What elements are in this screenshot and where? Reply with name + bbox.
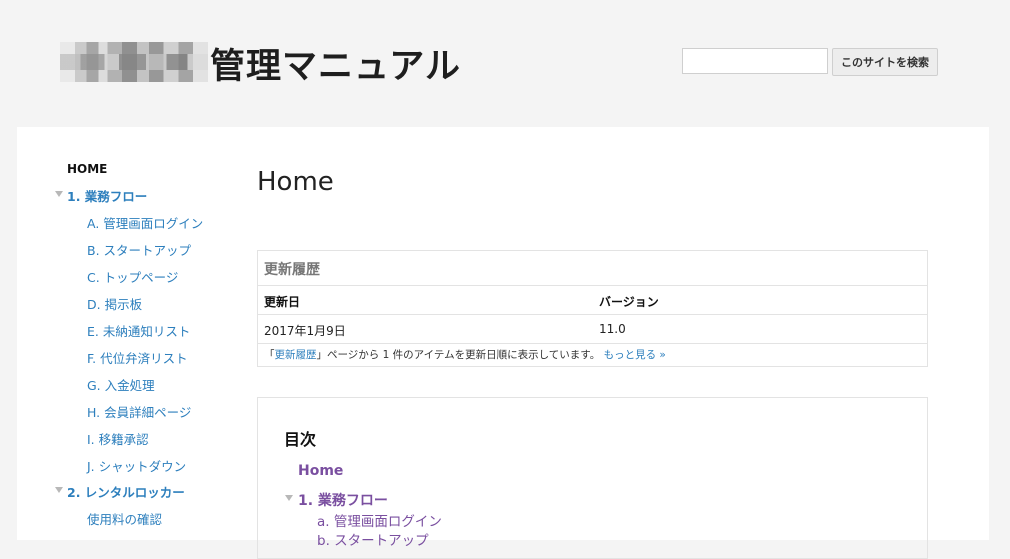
footer-prefix: 「 <box>264 349 275 361</box>
sidebar-item[interactable]: B. スタートアップ <box>87 240 191 259</box>
site-header: 管理マニュアル このサイトを検索 <box>0 0 1010 127</box>
toc-item[interactable]: b. スタートアップ <box>317 529 429 549</box>
history-page-link[interactable]: 更新履歴 <box>275 349 317 361</box>
sidebar-item[interactable]: C. トップページ <box>87 267 178 286</box>
divider <box>258 343 927 344</box>
sidebar-item[interactable]: F. 代位弁済リスト <box>87 348 188 367</box>
site-logo[interactable] <box>60 42 208 82</box>
page-title: Home <box>257 167 334 197</box>
sidebar-item[interactable]: E. 未納通知リスト <box>87 321 190 340</box>
table-of-contents: 目次 Home 1. 業務フロー a. 管理画面ログイン b. スタートアップ <box>257 397 928 559</box>
sidebar-item[interactable]: G. 入金処理 <box>87 375 155 394</box>
caret-down-icon[interactable] <box>285 495 293 501</box>
sidebar-item[interactable]: D. 掲示板 <box>87 294 142 313</box>
sidebar-item[interactable]: I. 移籍承認 <box>87 429 149 448</box>
caret-down-icon[interactable] <box>55 191 63 197</box>
sidebar-item[interactable]: H. 会員詳細ページ <box>87 402 191 421</box>
sidebar-item[interactable]: A. 管理画面ログイン <box>87 213 203 232</box>
column-header-version[interactable]: バージョン <box>599 293 659 310</box>
column-header-date[interactable]: 更新日 <box>264 293 300 310</box>
site-title[interactable]: 管理マニュアル <box>210 38 461 89</box>
sidebar-item-home[interactable]: HOME <box>67 162 107 176</box>
update-history-panel: 更新履歴 更新日 バージョン 2017年1月9日 11.0 「更新履歴」ページか… <box>257 250 928 367</box>
toc-item[interactable]: a. 管理画面ログイン <box>317 510 442 530</box>
content-area: HOME 1. 業務フロー A. 管理画面ログイン B. スタートアップ C. … <box>17 127 989 559</box>
sidebar-section-rental-locker[interactable]: 2. レンタルロッカー <box>67 482 185 501</box>
toc-title: 目次 <box>284 430 317 449</box>
more-link[interactable]: もっと見る » <box>604 349 666 361</box>
table-cell-date: 2017年1月9日 <box>264 324 346 338</box>
sidebar-item[interactable]: J. シャットダウン <box>87 456 186 475</box>
search-input[interactable] <box>682 48 828 74</box>
caret-down-icon[interactable] <box>55 487 63 493</box>
search-button[interactable]: このサイトを検索 <box>832 48 938 76</box>
sidebar-section-business-flow[interactable]: 1. 業務フロー <box>67 186 147 205</box>
toc-item-home[interactable]: Home <box>298 463 343 479</box>
footer-text: 」ページから 1 件のアイテムを更新日順に表示しています。 <box>316 349 601 361</box>
divider <box>258 314 927 315</box>
history-title[interactable]: 更新履歴 <box>264 259 320 279</box>
table-cell-version: 11.0 <box>599 322 626 336</box>
divider <box>258 285 927 286</box>
sidebar-item[interactable]: 使用料の確認 <box>87 509 162 528</box>
history-footer: 「更新履歴」ページから 1 件のアイテムを更新日順に表示しています。 もっと見る… <box>264 347 666 362</box>
toc-item-business-flow[interactable]: 1. 業務フロー <box>298 490 388 510</box>
